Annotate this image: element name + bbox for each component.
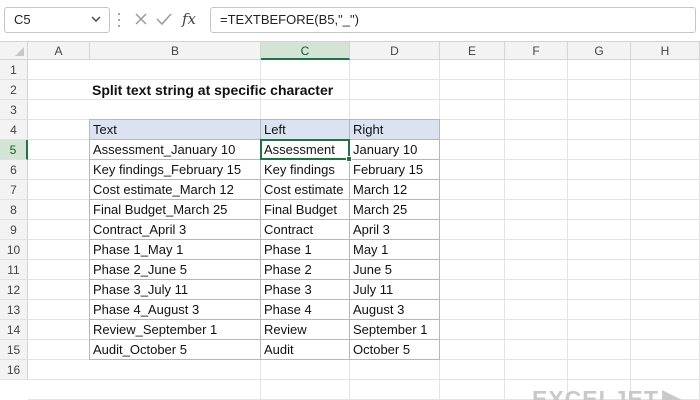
row-header-2[interactable]: 2 (0, 80, 28, 100)
table-cell[interactable]: Phase 1_May 1 (90, 240, 261, 260)
row-header-11[interactable]: 11 (0, 260, 28, 280)
table-cell[interactable]: Cost estimate (261, 180, 350, 200)
column-header-g[interactable]: G (568, 42, 631, 60)
sheet-title[interactable]: Split text string at specific character (92, 82, 333, 98)
table-cell[interactable]: Phase 3_July 11 (90, 280, 261, 300)
column-header-f[interactable]: F (505, 42, 568, 60)
table-cell[interactable]: Phase 3 (261, 280, 350, 300)
table-cell[interactable]: Assessment_January 10 (90, 140, 261, 160)
table-cell[interactable]: October 5 (350, 340, 440, 360)
table-cell[interactable]: Audit (261, 340, 350, 360)
row-header-16[interactable]: 16 (0, 360, 28, 380)
table-cell[interactable]: January 10 (350, 140, 440, 160)
table-header-cell[interactable]: Text (90, 120, 261, 140)
cancel-icon[interactable] (134, 12, 148, 26)
table-cell[interactable]: Phase 2_June 5 (90, 260, 261, 280)
table-cell[interactable]: Key findings_February 15 (90, 160, 261, 180)
name-box-value[interactable]: C5 (14, 12, 31, 27)
column-header-c[interactable]: C (261, 42, 350, 60)
exceljet-logo: EXCELJET (532, 386, 659, 400)
gridline-vertical (567, 60, 568, 400)
formula-icons: fx (128, 7, 206, 33)
chevron-down-icon[interactable] (91, 14, 101, 24)
row-header-8[interactable]: 8 (0, 200, 28, 220)
table-cell[interactable]: Contract_April 3 (90, 220, 261, 240)
fill-handle[interactable] (346, 156, 352, 162)
table-border-left (89, 119, 90, 360)
table-border-top (89, 119, 440, 120)
column-header-a[interactable]: A (28, 42, 90, 60)
row-header-1[interactable]: 1 (0, 60, 28, 80)
column-header-b[interactable]: B (90, 42, 261, 60)
row-header-4[interactable]: 4 (0, 120, 28, 140)
formula-input[interactable]: =TEXTBEFORE(B5,"_") (210, 7, 696, 33)
select-all-corner[interactable] (0, 42, 28, 60)
row-header-9[interactable]: 9 (0, 220, 28, 240)
table-cell[interactable]: Contract (261, 220, 350, 240)
table-cell[interactable]: Cost estimate_March 12 (90, 180, 261, 200)
table-cell[interactable]: Phase 4_August 3 (90, 300, 261, 320)
table-cell[interactable]: Phase 1 (261, 240, 350, 260)
table-cell[interactable]: September 1 (350, 320, 440, 340)
table-cell[interactable]: June 5 (350, 260, 440, 280)
spreadsheet-grid[interactable]: ABCDEFGH 1 2 3 4 5 6 7 8 9 10 11 12 13 14 15 16 Split t… (0, 42, 700, 400)
formula-bar: C5 fx =TEXTBEFORE(B5,"_") (0, 0, 700, 42)
row-header-7[interactable]: 7 (0, 180, 28, 200)
table-header-cell[interactable]: Left (261, 120, 350, 140)
gridline-horizontal (28, 379, 700, 380)
active-cell-selection[interactable] (260, 139, 350, 160)
gridline-vertical (630, 60, 631, 400)
table-cell[interactable]: February 15 (350, 160, 440, 180)
formula-text[interactable]: =TEXTBEFORE(B5,"_") (220, 12, 359, 27)
table-cell[interactable]: July 11 (350, 280, 440, 300)
name-box[interactable]: C5 (4, 7, 110, 33)
enter-check-icon[interactable] (156, 12, 172, 26)
table-cell[interactable]: March 12 (350, 180, 440, 200)
table-header-cell[interactable]: Right (350, 120, 440, 140)
gridline-horizontal (28, 79, 700, 80)
table-cell[interactable]: May 1 (350, 240, 440, 260)
table-cell[interactable]: August 3 (350, 300, 440, 320)
column-header-h[interactable]: H (631, 42, 700, 60)
row-header-15[interactable]: 15 (0, 340, 28, 360)
table-cell[interactable]: Phase 2 (261, 260, 350, 280)
gridline-horizontal (28, 99, 700, 100)
gridline-vertical (504, 60, 505, 400)
row-header-14[interactable]: 14 (0, 320, 28, 340)
exceljet-logo-icon (662, 390, 682, 400)
drag-handle-icon[interactable] (117, 13, 121, 29)
table-cell[interactable]: Audit_October 5 (90, 340, 261, 360)
column-header-e[interactable]: E (440, 42, 505, 60)
row-header-6[interactable]: 6 (0, 160, 28, 180)
table-cell[interactable]: April 3 (350, 220, 440, 240)
table-cell[interactable]: Phase 4 (261, 300, 350, 320)
insert-function-icon[interactable]: fx (182, 10, 196, 28)
table-cell[interactable]: March 25 (350, 200, 440, 220)
row-header-5[interactable]: 5 (0, 140, 28, 160)
table-cell[interactable]: Key findings (261, 160, 350, 180)
row-header-12[interactable]: 12 (0, 280, 28, 300)
row-header-13[interactable]: 13 (0, 300, 28, 320)
table-cell[interactable]: Review_September 1 (90, 320, 261, 340)
table-cell[interactable]: Review (261, 320, 350, 340)
row-header-10[interactable]: 10 (0, 240, 28, 260)
table-cell[interactable]: Final Budget_March 25 (90, 200, 261, 220)
row-header-3[interactable]: 3 (0, 100, 28, 120)
table-cell[interactable]: Final Budget (261, 200, 350, 220)
column-header-d[interactable]: D (350, 42, 440, 60)
